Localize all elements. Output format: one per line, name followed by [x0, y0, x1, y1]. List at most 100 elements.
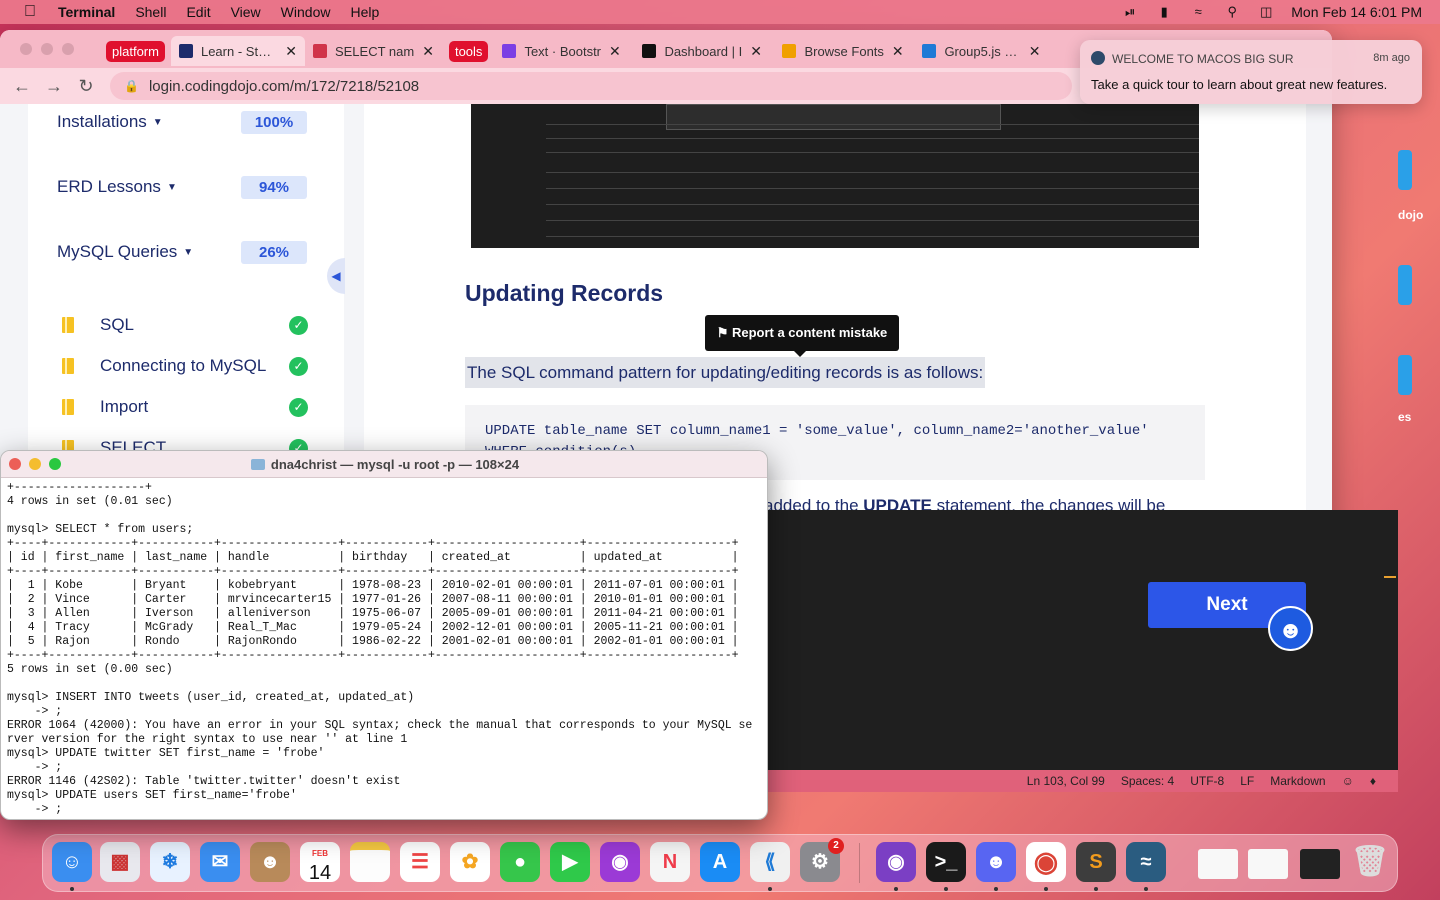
- tab-bootstrap[interactable]: Text · Bootstr ✕: [494, 36, 634, 66]
- terminal-window-thumbnail-icon[interactable]: [1300, 849, 1340, 879]
- podcasts-icon[interactable]: ◉: [600, 842, 640, 882]
- apple-menu-icon[interactable]: : [20, 3, 40, 21]
- menu-shell[interactable]: Shell: [135, 4, 166, 20]
- vscode-icon[interactable]: ⟪: [750, 842, 790, 882]
- facetime-icon[interactable]: ▶: [550, 842, 590, 882]
- report-mistake-tooltip[interactable]: ⚑ Report a content mistake: [705, 315, 899, 357]
- terminal-icon[interactable]: >_: [926, 842, 966, 882]
- language-mode[interactable]: Markdown: [1270, 774, 1325, 788]
- close-tab-icon[interactable]: ✕: [609, 43, 621, 60]
- running-indicator: [70, 887, 74, 891]
- notification-banner[interactable]: WELCOME TO MACOS BIG SUR 8m ago Take a q…: [1080, 40, 1422, 104]
- menu-help[interactable]: Help: [350, 4, 379, 20]
- menu-app-name[interactable]: Terminal: [58, 4, 115, 20]
- spotlight-search-icon[interactable]: ⚲: [1223, 5, 1241, 19]
- back-arrow-icon[interactable]: ←: [6, 76, 38, 97]
- terminal-output[interactable]: +-------------------+ 4 rows in set (0.01…: [7, 481, 752, 817]
- close-window-icon[interactable]: [20, 43, 32, 55]
- tab-select[interactable]: SELECT nam ✕: [305, 36, 443, 66]
- section-label: ERD Lessons: [57, 177, 161, 196]
- folder-icon: [250, 459, 265, 470]
- tab-learn[interactable]: Learn - Stude ✕: [170, 36, 305, 66]
- tab-title: Text · Bootstr: [524, 43, 602, 59]
- section-mysql-queries[interactable]: MySQL Queries ▼: [57, 242, 193, 262]
- calendar-icon[interactable]: FEB 14: [300, 842, 340, 884]
- side-app-icon[interactable]: [1398, 150, 1412, 190]
- menu-clock[interactable]: Mon Feb 14 6:01 PM: [1291, 4, 1422, 20]
- running-indicator: [894, 887, 898, 891]
- indentation[interactable]: Spaces: 4: [1121, 774, 1174, 788]
- play-status-icon[interactable]: ⏯: [1121, 5, 1139, 19]
- menu-window[interactable]: Window: [281, 4, 331, 20]
- discord-icon[interactable]: ☻: [976, 842, 1016, 882]
- app-store-icon[interactable]: A: [700, 842, 740, 882]
- lesson-connecting[interactable]: Connecting to MySQL ✓: [62, 356, 308, 376]
- photos-icon[interactable]: ✿: [450, 842, 490, 882]
- running-indicator: [1044, 887, 1048, 891]
- trash-icon[interactable]: 🗑: [1350, 842, 1390, 882]
- terminal-titlebar[interactable]: dna4christ — mysql -u root -p — 108×24: [1, 451, 767, 478]
- google-fonts-favicon-icon: [782, 44, 797, 58]
- messages-icon[interactable]: ●: [500, 842, 540, 882]
- mysql-workbench-icon[interactable]: ≈: [1126, 842, 1166, 882]
- contacts-icon[interactable]: ☻: [250, 842, 290, 882]
- wifi-icon[interactable]: ≈: [1189, 5, 1207, 19]
- control-center-icon[interactable]: ◫: [1257, 5, 1275, 19]
- chevron-down-icon: ▼: [183, 246, 194, 258]
- image-line: [546, 204, 1199, 205]
- workbench-screenshot-image: [471, 104, 1199, 248]
- news-icon[interactable]: N: [650, 842, 690, 882]
- close-tab-icon[interactable]: ✕: [422, 43, 434, 60]
- side-app-icon[interactable]: [1398, 265, 1412, 305]
- github-desktop-icon[interactable]: ◉: [876, 842, 916, 882]
- dialog-image-region: [666, 104, 1001, 130]
- menu-edit[interactable]: Edit: [186, 4, 210, 20]
- system-preferences-icon[interactable]: ⚙ 2: [800, 838, 844, 882]
- flag-icon: ⚑: [716, 325, 732, 340]
- mail-icon[interactable]: ✉: [200, 842, 240, 882]
- tab-dashboard[interactable]: Dashboard | I ✕: [634, 36, 774, 66]
- sublime-text-icon[interactable]: S: [1076, 842, 1116, 882]
- tab-fonts[interactable]: Browse Fonts ✕: [774, 36, 914, 66]
- battery-icon[interactable]: ▮: [1155, 5, 1173, 19]
- tab-group-platform[interactable]: platform: [106, 40, 165, 62]
- vscode-window: Ln 103, Col 99 Spaces: 4 UTF-8 LF Markdo…: [744, 510, 1398, 792]
- lesson-sql[interactable]: SQL ✓: [62, 315, 308, 335]
- reminders-icon[interactable]: ☰: [400, 842, 440, 882]
- coding-dojo-favicon-icon: [178, 44, 193, 58]
- notes-icon[interactable]: [350, 842, 390, 882]
- notification-title: WELCOME TO MACOS BIG SUR: [1112, 52, 1294, 66]
- checkmark-icon: ✓: [289, 356, 308, 376]
- chrome-window-thumbnail-icon[interactable]: [1198, 849, 1238, 879]
- bell-icon[interactable]: ♦: [1370, 774, 1376, 788]
- launchpad-icon[interactable]: ▩: [100, 842, 140, 882]
- forward-arrow-icon[interactable]: →: [38, 76, 70, 97]
- close-tab-icon[interactable]: ✕: [750, 43, 762, 60]
- close-tab-icon[interactable]: ✕: [1029, 43, 1041, 60]
- cursor-position[interactable]: Ln 103, Col 99: [1027, 774, 1105, 788]
- close-tab-icon[interactable]: ✕: [892, 43, 904, 60]
- section-erd-lessons[interactable]: ERD Lessons ▼: [57, 177, 177, 197]
- line-ending[interactable]: LF: [1240, 774, 1254, 788]
- accessibility-icon[interactable]: ☻: [1268, 606, 1313, 651]
- chrome-icon[interactable]: ◉: [1026, 842, 1066, 882]
- terminal-window[interactable]: dna4christ — mysql -u root -p — 108×24 +…: [0, 450, 768, 820]
- tab-group5[interactable]: Group5.js — L ✕: [914, 36, 1048, 66]
- tab-group-tools[interactable]: tools: [448, 40, 489, 62]
- lesson-label: SQL: [100, 315, 135, 334]
- feedback-icon[interactable]: ☺: [1342, 774, 1354, 788]
- encoding[interactable]: UTF-8: [1190, 774, 1224, 788]
- address-bar[interactable]: 🔒 login.codingdojo.com/m/172/7218/52108: [110, 72, 1072, 100]
- close-tab-icon[interactable]: ✕: [285, 43, 297, 60]
- section-installations[interactable]: Installations ▼: [57, 112, 163, 132]
- lesson-import[interactable]: Import ✓: [62, 397, 308, 417]
- side-app-icon[interactable]: [1398, 355, 1412, 395]
- chrome-window-thumbnail-icon[interactable]: [1248, 849, 1288, 879]
- menu-bar:  Terminal Shell Edit View Window Help ⏯…: [0, 0, 1440, 24]
- safari-icon[interactable]: ❄: [150, 842, 190, 882]
- reload-icon[interactable]: ↻: [70, 76, 102, 97]
- minimize-window-icon[interactable]: [41, 43, 53, 55]
- zoom-window-icon[interactable]: [62, 43, 74, 55]
- menu-view[interactable]: View: [231, 4, 261, 20]
- finder-icon[interactable]: ☺: [52, 842, 92, 882]
